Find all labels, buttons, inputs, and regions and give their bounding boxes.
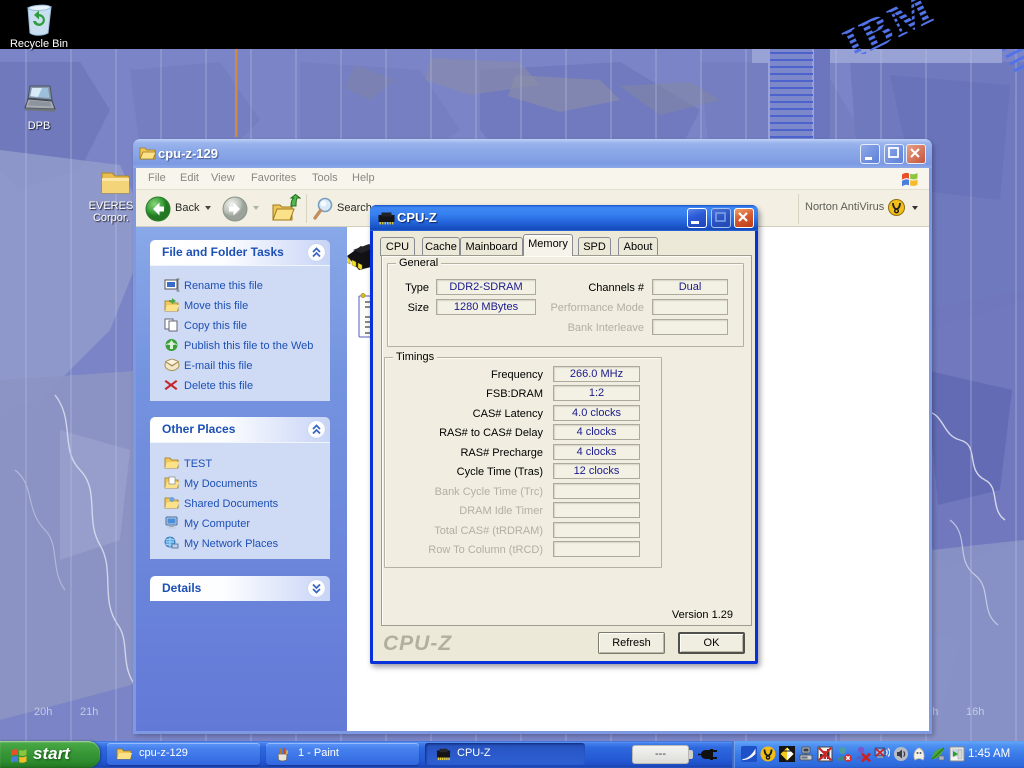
svg-text:IBM: IBM bbox=[836, 0, 941, 54]
svg-text:20h: 20h bbox=[34, 706, 52, 718]
svg-text:21h: 21h bbox=[80, 706, 98, 718]
svg-text:16h: 16h bbox=[966, 706, 984, 718]
